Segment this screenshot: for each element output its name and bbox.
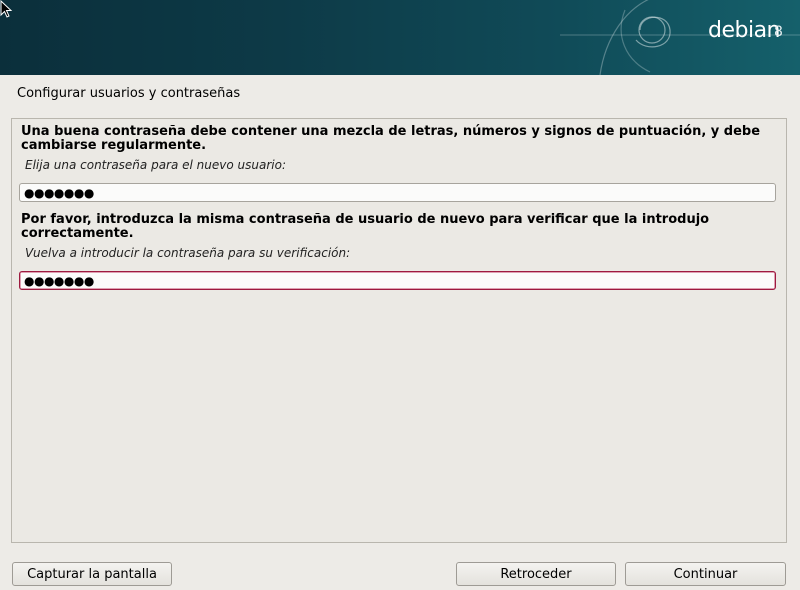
debian-version: 8 xyxy=(774,24,783,40)
back-button[interactable]: Retroceder xyxy=(456,562,616,586)
verify-description: Por favor, introduzca la misma contraseñ… xyxy=(21,212,710,241)
screenshot-button[interactable]: Capturar la pantalla xyxy=(12,562,172,586)
password-description: Una buena contraseña debe contener una m… xyxy=(21,124,761,153)
verify-prompt: Vuelva a introducir la contraseña para s… xyxy=(25,246,351,260)
debian-logo-text: debian xyxy=(708,18,781,43)
debian-banner: debian 8 xyxy=(0,0,800,75)
form-panel: Una buena contraseña debe contener una m… xyxy=(11,118,787,543)
password-input[interactable]: ●●●●●●● xyxy=(19,183,776,202)
verify-password-input[interactable]: ●●●●●●● xyxy=(19,271,776,290)
debian-swirl-icon xyxy=(560,0,800,75)
mouse-pointer-icon xyxy=(0,0,13,18)
step-title: Configurar usuarios y contraseñas xyxy=(17,86,241,101)
continue-button[interactable]: Continuar xyxy=(625,562,786,586)
password-prompt: Elija una contraseña para el nuevo usuar… xyxy=(25,158,286,172)
